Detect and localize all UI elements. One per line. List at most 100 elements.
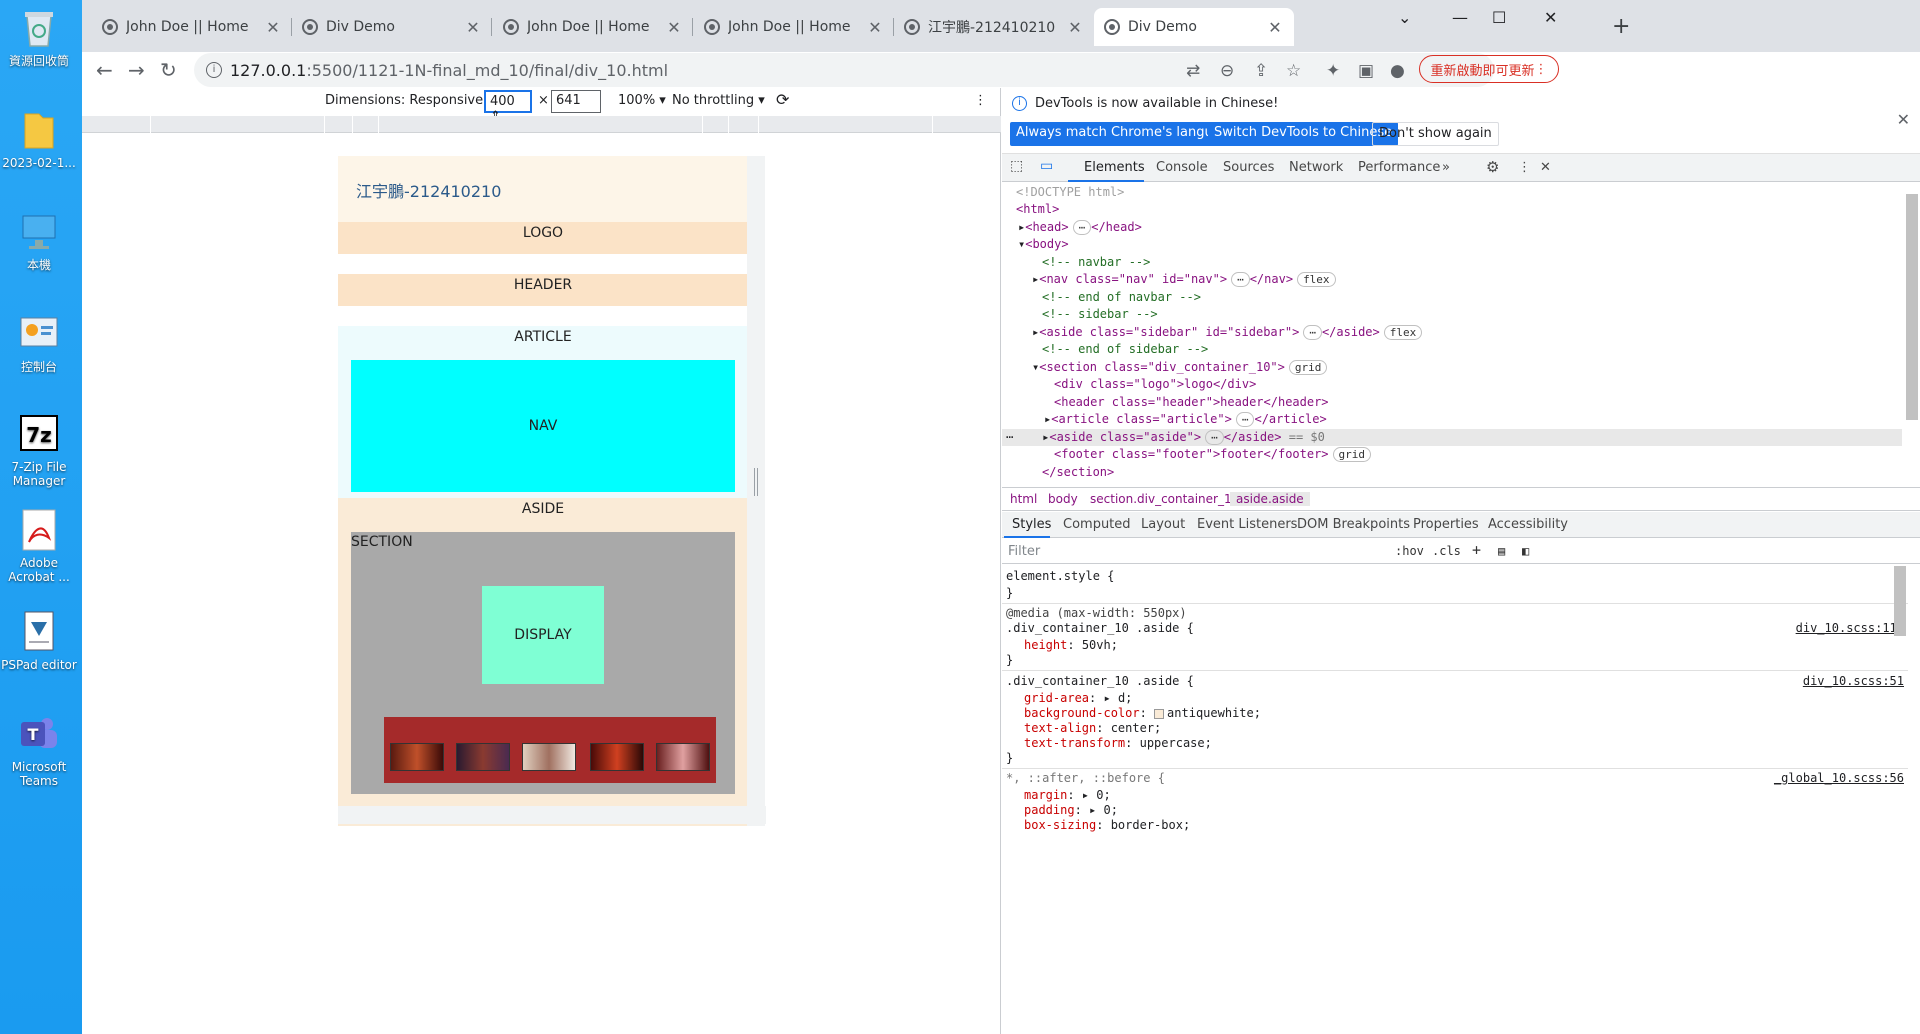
share-icon[interactable]: ⇪ xyxy=(1254,61,1268,81)
profile-avatar[interactable]: ● xyxy=(1390,61,1405,81)
height-input[interactable]: 641 xyxy=(551,90,601,113)
desktop-icon-7zip[interactable]: 7z 7-Zip File Manager xyxy=(0,412,78,488)
desktop-icon-computer[interactable]: 本機 xyxy=(0,210,78,272)
dom-node[interactable]: ▸<aside class="sidebar" id="sidebar"> ⋯ </… xyxy=(1002,324,1902,341)
tab-styles[interactable]: Styles xyxy=(1012,517,1051,532)
browser-tab[interactable]: 江宇鵬-212410210 ✕ xyxy=(894,8,1094,46)
desktop-icon-acrobat[interactable]: Adobe Acrobat ... xyxy=(0,508,78,584)
tab-elements[interactable]: Elements xyxy=(1084,160,1145,175)
dom-node[interactable]: ▸<head> ⋯ </head> xyxy=(1002,219,1902,236)
thumbnail-image[interactable] xyxy=(522,743,576,771)
rule-selector[interactable]: .div_container_10 .aside { xyxy=(1006,621,1194,636)
more-options-icon[interactable]: ⋮ xyxy=(1518,160,1531,175)
tab-search-icon[interactable]: ⌄ xyxy=(1398,8,1411,27)
media-query-ruler[interactable] xyxy=(82,116,1001,133)
reload-button[interactable]: ↻ xyxy=(160,58,177,82)
style-property[interactable]: text-transform: uppercase; xyxy=(1024,736,1212,751)
rotate-icon[interactable]: ⟳ xyxy=(776,90,789,109)
hover-state-toggle[interactable]: :hov xyxy=(1395,544,1424,558)
bookmark-star-icon[interactable]: ☆ xyxy=(1286,61,1301,81)
tab-computed[interactable]: Computed xyxy=(1063,517,1131,532)
source-link[interactable]: _global_10.scss:56 xyxy=(1774,771,1904,785)
styles-scrollbar[interactable] xyxy=(1894,566,1906,636)
style-property[interactable]: margin: ▸ 0; xyxy=(1024,788,1111,803)
paint-icon[interactable]: ▤ xyxy=(1498,544,1505,558)
new-tab-button[interactable]: + xyxy=(1612,14,1630,39)
dom-node[interactable]: <div class="logo">logo</div> xyxy=(1002,376,1902,393)
tab-accessibility[interactable]: Accessibility xyxy=(1488,517,1568,532)
desktop-icon-recycle-bin[interactable]: 資源回收筒 xyxy=(0,6,78,68)
close-icon[interactable]: ✕ xyxy=(264,18,282,37)
tab-event-listeners[interactable]: Event Listeners xyxy=(1197,517,1297,532)
tab-properties[interactable]: Properties xyxy=(1413,517,1479,532)
element-style-rule[interactable]: element.style { xyxy=(1006,569,1114,584)
close-icon[interactable]: ✕ xyxy=(1266,18,1284,37)
style-property[interactable]: box-sizing: border-box; xyxy=(1024,818,1190,833)
breadcrumb-item[interactable]: html xyxy=(1010,492,1037,506)
switch-chinese-button[interactable]: Switch DevTools to Chinese xyxy=(1208,122,1399,146)
close-icon[interactable]: ✕ xyxy=(866,18,884,37)
zoom-icon[interactable]: ⊖ xyxy=(1220,61,1234,81)
style-property[interactable]: text-align: center; xyxy=(1024,721,1161,736)
thumbnail-image[interactable] xyxy=(656,743,710,771)
desktop-icon-teams[interactable]: T Microsoft Teams xyxy=(0,712,78,788)
minimize-button[interactable]: — xyxy=(1452,8,1468,27)
thumbnail-image[interactable] xyxy=(456,743,510,771)
back-button[interactable]: ← xyxy=(96,58,113,82)
zoom-dropdown[interactable]: 100% ▾ xyxy=(618,93,666,108)
dom-node[interactable]: <!DOCTYPE html> xyxy=(1002,184,1902,201)
class-toggle[interactable]: .cls xyxy=(1432,544,1461,558)
filter-input[interactable]: Filter xyxy=(1008,544,1040,559)
more-tabs-icon[interactable]: » xyxy=(1442,160,1450,175)
dom-node[interactable]: ▸<nav class="nav" id="nav"> ⋯ </nav> flex xyxy=(1002,271,1902,288)
color-swatch[interactable] xyxy=(1154,708,1165,719)
dom-scrollbar[interactable] xyxy=(1906,194,1918,420)
update-button[interactable]: 重新啟動即可更新 ⋮ xyxy=(1419,55,1559,83)
close-icon[interactable]: ✕ xyxy=(665,18,683,37)
more-options-icon[interactable]: ⋮ xyxy=(974,93,987,108)
browser-tab[interactable]: John Doe || Home ✕ xyxy=(493,8,693,46)
dimensions-dropdown[interactable]: Dimensions: Responsive ▾ xyxy=(325,93,494,108)
style-property[interactable]: height: 50vh; xyxy=(1024,638,1118,653)
dont-show-again-button[interactable]: Don't show again xyxy=(1372,122,1499,146)
close-icon[interactable]: ✕ xyxy=(1066,18,1084,37)
dom-node[interactable]: <header class="header">header</header> xyxy=(1002,394,1902,411)
close-icon[interactable]: ✕ xyxy=(1897,110,1910,129)
close-icon[interactable]: ✕ xyxy=(464,18,482,37)
style-property[interactable]: grid-area: ▸ d; xyxy=(1024,691,1132,706)
dom-node-selected[interactable]: ⋯ ▸<aside class="aside"> ⋯ </aside> == $0 xyxy=(1002,429,1902,446)
breadcrumb-item[interactable]: section.div_container_10 xyxy=(1090,492,1239,506)
tab-network[interactable]: Network xyxy=(1289,160,1343,175)
breadcrumb-item-active[interactable]: aside.aside xyxy=(1230,492,1310,506)
navbar-name[interactable]: 江宇鵬-212410210 xyxy=(356,182,501,201)
dom-comment[interactable]: <!-- navbar --> xyxy=(1002,254,1902,271)
tab-performance[interactable]: Performance xyxy=(1358,160,1440,175)
sidebar-toggle-icon[interactable]: ◧ xyxy=(1522,544,1529,558)
viewport-resize-bottom[interactable] xyxy=(338,806,766,824)
dom-node[interactable]: ▾<section class="div_container_10"> grid xyxy=(1002,359,1902,376)
style-property[interactable]: padding: ▸ 0; xyxy=(1024,803,1118,818)
maximize-button[interactable]: ☐ xyxy=(1492,8,1506,27)
dom-comment[interactable]: <!-- end of navbar --> xyxy=(1002,289,1902,306)
width-input[interactable]: 400 ⇕ xyxy=(484,90,532,124)
dom-node[interactable]: </section> xyxy=(1002,464,1902,481)
throttling-dropdown[interactable]: No throttling ▾ xyxy=(672,93,765,108)
source-link[interactable]: div_10.scss:51 xyxy=(1803,674,1904,688)
tab-layout[interactable]: Layout xyxy=(1141,517,1185,532)
browser-tab[interactable]: John Doe || Home ✕ xyxy=(92,8,292,46)
close-devtools-icon[interactable]: ✕ xyxy=(1540,160,1551,175)
close-window-button[interactable]: ✕ xyxy=(1544,8,1557,27)
dom-comment[interactable]: <!-- sidebar --> xyxy=(1002,306,1902,323)
desktop-icon-control-panel[interactable]: 控制台 xyxy=(0,312,78,374)
thumbnail-image[interactable] xyxy=(590,743,644,771)
breadcrumb-item[interactable]: body xyxy=(1048,492,1078,506)
forward-button[interactable]: → xyxy=(128,58,145,82)
rule-selector[interactable]: *, ::after, ::before { xyxy=(1006,771,1165,786)
gear-icon[interactable]: ⚙ xyxy=(1486,158,1499,176)
browser-tab[interactable]: John Doe || Home ✕ xyxy=(694,8,894,46)
thumbnail-image[interactable] xyxy=(390,743,444,771)
tab-console[interactable]: Console xyxy=(1156,160,1208,175)
resize-handle[interactable] xyxy=(754,468,758,496)
dom-node[interactable]: ▸<article class="article"> ⋯ </article> xyxy=(1002,411,1902,428)
tab-sources[interactable]: Sources xyxy=(1223,160,1274,175)
